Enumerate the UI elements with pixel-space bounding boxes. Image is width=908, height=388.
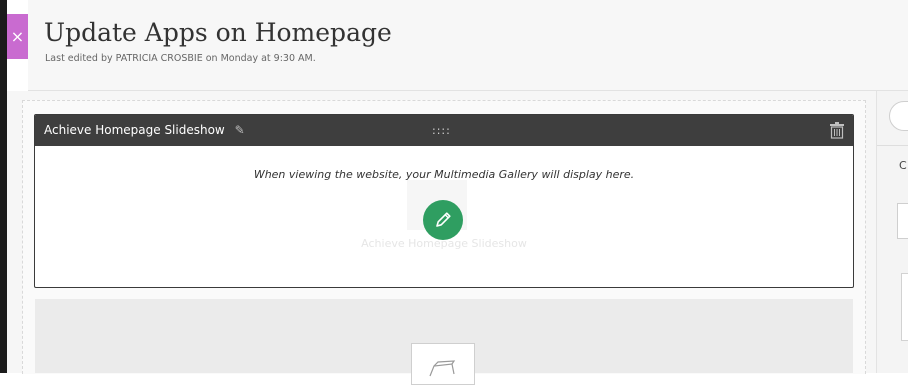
panel-divider bbox=[877, 145, 908, 146]
image-placeholder-icon bbox=[429, 360, 456, 377]
drag-handle-icon[interactable]: :::: bbox=[432, 124, 451, 137]
last-edited-text: Last edited by PATRICIA CROSBIE on Monda… bbox=[45, 53, 316, 64]
app-block-toolbar: Achieve Homepage Slideshow ✎ :::: bbox=[35, 115, 853, 146]
window-edge bbox=[0, 0, 7, 373]
trash-icon[interactable] bbox=[829, 122, 845, 143]
page-header: Update Apps on Homepage Last edited by P… bbox=[28, 0, 908, 91]
close-icon[interactable]: × bbox=[11, 27, 24, 46]
panel-input-field[interactable] bbox=[897, 203, 908, 239]
pencil-icon[interactable] bbox=[423, 200, 463, 240]
app-title-text: Achieve Homepage Slideshow bbox=[44, 123, 225, 137]
close-button[interactable]: × bbox=[7, 14, 28, 59]
rename-pencil-icon[interactable]: ✎ bbox=[235, 123, 245, 137]
app-block-slideshow[interactable]: Achieve Homepage Slideshow ✎ :::: When v… bbox=[34, 114, 854, 288]
app-title: Achieve Homepage Slideshow ✎ bbox=[44, 123, 245, 137]
page-title: Update Apps on Homepage bbox=[44, 18, 392, 47]
panel-section-label: C bbox=[899, 159, 907, 172]
add-app-icon-box[interactable] bbox=[411, 343, 475, 385]
edit-app-button[interactable] bbox=[423, 200, 463, 240]
right-settings-panel: C bbox=[876, 91, 908, 373]
panel-option-box[interactable] bbox=[901, 273, 908, 341]
panel-toggle[interactable] bbox=[889, 101, 908, 131]
app-block-placeholder[interactable] bbox=[35, 299, 853, 385]
